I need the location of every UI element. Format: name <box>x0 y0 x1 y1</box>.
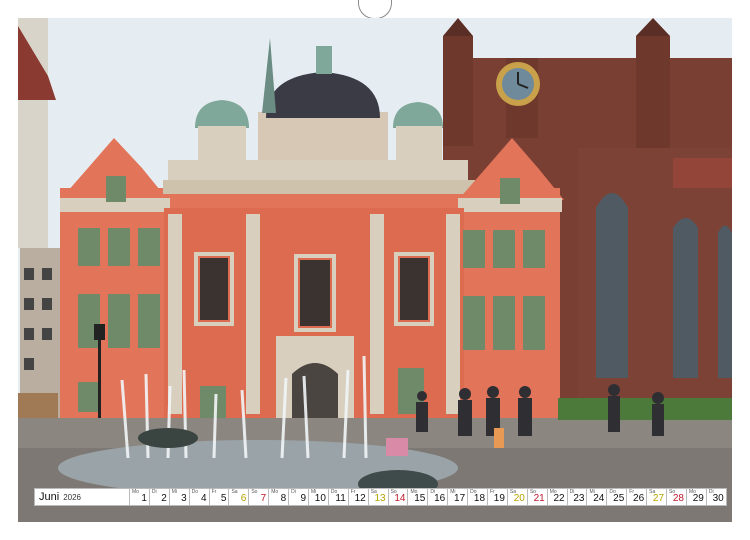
day-cell: Fr 19 <box>488 488 508 506</box>
day-cells: Mo 1 Di 2 Mi 3 Do 4 Fr 5 Sa 6 So 7 Mo 8 Di 9 Mi 10 Do 11 Fr 12 S… <box>130 488 727 506</box>
day-number: 10 <box>314 493 326 504</box>
day-number: 7 <box>260 493 267 504</box>
weekday-label: Mi <box>171 489 178 495</box>
calendar-strip: Juni 2026 Mo 1 Di 2 Mi 3 Do 4 Fr 5 Sa 6 So 7 Mo 8 Di 9 Mi 1… <box>34 488 727 506</box>
day-cell: Mi 3 <box>169 488 190 506</box>
weekday-label: Fr <box>211 489 217 495</box>
day-cell: Mo 8 <box>269 488 290 506</box>
day-number: 26 <box>633 493 645 504</box>
day-number: 15 <box>414 493 426 504</box>
day-cell: Mo 22 <box>547 488 568 506</box>
day-number: 9 <box>300 493 307 504</box>
photo-illustration <box>18 18 732 522</box>
day-cell: So 28 <box>667 488 687 506</box>
day-cell: Di 30 <box>706 488 727 506</box>
day-number: 25 <box>613 493 625 504</box>
month-label-cell: Juni 2026 <box>34 488 130 506</box>
day-number: 11 <box>335 493 346 504</box>
day-cell: Mi 10 <box>309 488 329 506</box>
day-number: 30 <box>712 493 724 504</box>
day-number: 12 <box>354 493 366 504</box>
day-cell: Do 18 <box>468 488 489 506</box>
day-number: 20 <box>513 493 525 504</box>
day-cell: Mi 24 <box>587 488 608 506</box>
day-number: 16 <box>434 493 446 504</box>
day-number: 24 <box>593 493 605 504</box>
day-number: 3 <box>181 493 187 504</box>
day-cell: Do 11 <box>328 488 349 506</box>
day-number: 1 <box>141 493 147 504</box>
day-number: 22 <box>553 493 565 504</box>
day-number: 13 <box>374 493 386 504</box>
day-cell: Sa 27 <box>647 488 668 506</box>
day-cell: Di 2 <box>149 488 170 506</box>
day-cell: Di 23 <box>567 488 588 506</box>
month-name: Juni <box>39 491 60 503</box>
day-number: 19 <box>493 493 505 504</box>
day-cell: So 7 <box>249 488 270 506</box>
weekday-label: Sa <box>231 489 238 495</box>
year-label: 2026 <box>63 492 81 502</box>
day-number: 17 <box>454 493 466 504</box>
day-cell: Fr 5 <box>209 488 230 506</box>
weekday-label: Di <box>291 489 296 495</box>
day-cell: Mo 15 <box>408 488 429 506</box>
day-number: 23 <box>573 493 585 504</box>
day-number: 28 <box>672 493 684 504</box>
day-number: 5 <box>220 493 227 504</box>
day-cell: So 21 <box>527 488 548 506</box>
day-cell: Mo 29 <box>686 488 707 506</box>
weekday-label: Do <box>191 489 199 495</box>
day-cell: Sa 20 <box>507 488 528 506</box>
day-cell: Sa 13 <box>368 488 389 506</box>
day-cell: Fr 12 <box>348 488 369 506</box>
day-cell: Mi 17 <box>448 488 469 506</box>
day-cell: Sa 6 <box>229 488 250 506</box>
calendar-photo <box>18 18 732 522</box>
day-cell: Fr 26 <box>627 488 648 506</box>
day-number: 18 <box>473 493 486 504</box>
day-cell: Do 4 <box>189 488 210 506</box>
weekday-label: Di <box>151 489 157 495</box>
day-number: 8 <box>280 493 287 504</box>
day-cell: Di 16 <box>428 488 449 506</box>
day-number: 21 <box>533 493 545 504</box>
day-cell: Mo 1 <box>130 488 150 506</box>
weekday-label: Mo <box>271 489 279 495</box>
day-number: 6 <box>240 493 247 504</box>
day-cell: Di 9 <box>289 488 310 506</box>
day-number: 27 <box>652 493 665 504</box>
day-number: 2 <box>161 493 167 504</box>
day-number: 29 <box>692 493 704 504</box>
day-cell: Do 25 <box>607 488 628 506</box>
day-number: 4 <box>201 493 207 504</box>
calendar-page: Juni 2026 Mo 1 Di 2 Mi 3 Do 4 Fr 5 Sa 6 So 7 Mo 8 Di 9 Mi 1… <box>0 0 750 540</box>
day-number: 14 <box>394 493 406 504</box>
day-cell: So 14 <box>388 488 409 506</box>
weekday-label: Mo <box>132 489 139 495</box>
weekday-label: So <box>251 489 258 495</box>
